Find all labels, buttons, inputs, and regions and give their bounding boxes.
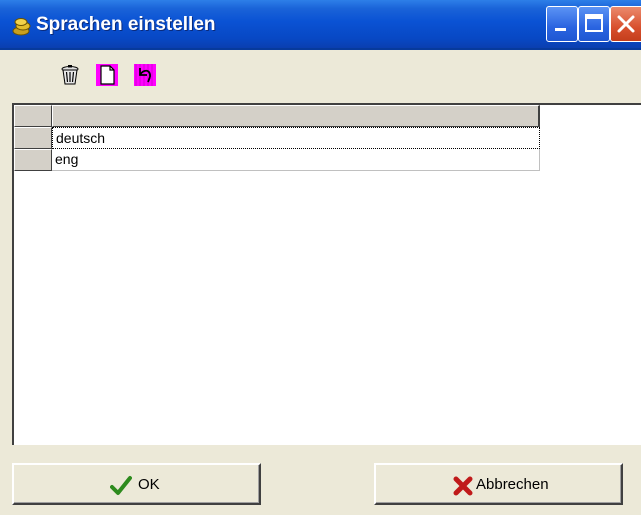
maximize-icon <box>585 14 603 32</box>
coins-app-icon <box>12 18 31 36</box>
ok-label: OK <box>138 476 160 493</box>
minimize-button[interactable] <box>546 6 578 42</box>
close-x-icon <box>453 476 473 496</box>
column-header[interactable] <box>52 105 540 127</box>
cancel-label: Abbrechen <box>476 476 549 493</box>
language-cell[interactable]: eng <box>52 149 540 171</box>
new-document-icon[interactable] <box>96 64 118 86</box>
close-button[interactable] <box>610 6 641 42</box>
minimize-icon <box>555 28 566 31</box>
window-title: Sprachen einstellen <box>36 14 216 35</box>
language-grid[interactable]: deutsch eng <box>12 103 641 445</box>
close-icon <box>617 15 635 33</box>
undo-icon[interactable] <box>134 64 156 86</box>
language-cell[interactable]: deutsch <box>52 127 540 149</box>
trash-icon[interactable] <box>59 64 81 86</box>
title-bar[interactable]: Sprachen einstellen <box>0 0 641 50</box>
maximize-button[interactable] <box>578 6 610 42</box>
cancel-button[interactable]: Abbrechen <box>374 463 623 505</box>
ok-button[interactable]: OK <box>12 463 261 505</box>
row-indicator[interactable] <box>14 127 52 149</box>
row-indicator[interactable] <box>14 149 52 171</box>
checkmark-icon <box>110 476 132 495</box>
row-indicator-header <box>14 105 52 127</box>
dialog-window: Sprachen einstellen deutsch eng OK Abbre… <box>0 0 641 515</box>
toolbar <box>0 52 641 100</box>
